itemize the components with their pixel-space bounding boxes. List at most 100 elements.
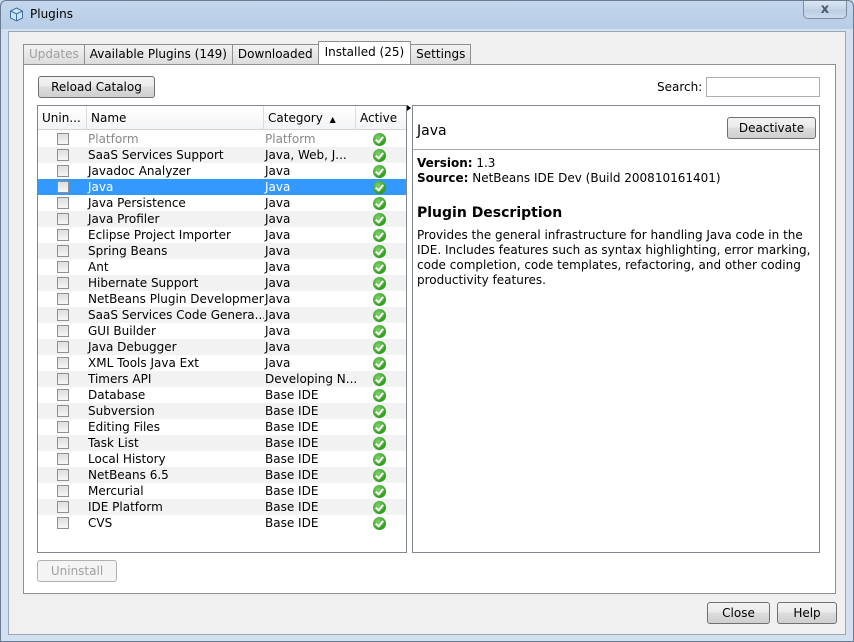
uninstall-cell	[38, 339, 87, 355]
tab-installed-25[interactable]: Installed (25)	[317, 41, 412, 64]
uninstall-checkbox[interactable]	[57, 405, 69, 417]
uninstall-checkbox[interactable]	[57, 293, 69, 305]
column-header-name[interactable]: Name	[87, 106, 264, 130]
dialog-client-area: Updates Available Plugins (149) Downloaded…	[8, 31, 846, 635]
check-circle-icon	[373, 437, 386, 450]
plugin-name-cell: Hibernate Support	[88, 276, 199, 290]
table-row[interactable]: Hibernate Support Java	[38, 275, 406, 291]
plugin-category-cell: Java	[265, 212, 291, 226]
plugins-table[interactable]: Unin... Name Category ▲ Active Platform P…	[37, 105, 407, 553]
uninstall-checkbox[interactable]	[57, 357, 69, 369]
uninstall-checkbox[interactable]	[57, 501, 69, 513]
help-button[interactable]: Help	[777, 602, 837, 624]
check-circle-icon	[373, 501, 386, 514]
uninstall-cell	[38, 147, 87, 163]
tab-downloaded[interactable]: Downloaded	[231, 44, 319, 64]
uninstall-checkbox[interactable]	[57, 389, 69, 401]
check-circle-icon	[373, 181, 386, 194]
table-row[interactable]: Mercurial Base IDE	[38, 483, 406, 499]
table-row[interactable]: Javadoc Analyzer Java	[38, 163, 406, 179]
table-row[interactable]: Java Debugger Java	[38, 339, 406, 355]
source-value: NetBeans IDE Dev (Build 200810161401)	[472, 171, 721, 185]
plugin-name-cell: GUI Builder	[88, 324, 156, 338]
uninstall-checkbox[interactable]	[57, 485, 69, 497]
uninstall-checkbox[interactable]	[57, 469, 69, 481]
table-row[interactable]: Java Persistence Java	[38, 195, 406, 211]
uninstall-checkbox[interactable]	[57, 133, 69, 145]
window-title: Plugins	[30, 7, 73, 21]
uninstall-cell	[38, 499, 87, 515]
uninstall-checkbox[interactable]	[57, 181, 69, 193]
plugin-name-cell: Java Debugger	[88, 340, 177, 354]
uninstall-checkbox[interactable]	[57, 437, 69, 449]
description-heading: Plugin Description	[417, 205, 563, 221]
version-value: 1.3	[476, 156, 496, 170]
uninstall-cell	[38, 515, 87, 531]
table-row[interactable]: Eclipse Project Importer Java	[38, 227, 406, 243]
uninstall-cell	[38, 435, 87, 451]
uninstall-cell	[38, 387, 87, 403]
uninstall-checkbox[interactable]	[57, 213, 69, 225]
table-row[interactable]: Subversion Base IDE	[38, 403, 406, 419]
table-row[interactable]: XML Tools Java Ext Java	[38, 355, 406, 371]
uninstall-checkbox[interactable]	[57, 197, 69, 209]
plugin-category-cell: Java	[265, 196, 291, 210]
close-button[interactable]: Close	[707, 602, 770, 624]
table-row[interactable]: SaaS Services Code Genera... Java	[38, 307, 406, 323]
check-circle-icon	[373, 133, 386, 146]
table-row[interactable]: Ant Java	[38, 259, 406, 275]
table-row[interactable]: Editing Files Base IDE	[38, 419, 406, 435]
column-header-active[interactable]: Active	[356, 106, 406, 130]
column-header-category[interactable]: Category ▲	[264, 106, 356, 130]
uninstall-checkbox[interactable]	[57, 325, 69, 337]
check-circle-icon	[373, 293, 386, 306]
tab-settings[interactable]: Settings	[410, 44, 472, 64]
search-input[interactable]	[706, 77, 820, 97]
uninstall-checkbox[interactable]	[57, 421, 69, 433]
detail-plugin-title: Java	[417, 123, 447, 139]
check-circle-icon	[373, 485, 386, 498]
table-row[interactable]: GUI Builder Java	[38, 323, 406, 339]
active-cell	[356, 179, 406, 195]
uninstall-checkbox[interactable]	[57, 517, 69, 529]
tab-updates[interactable]: Updates	[23, 44, 85, 64]
reload-catalog-button[interactable]: Reload Catalog	[38, 76, 155, 98]
uninstall-checkbox[interactable]	[57, 165, 69, 177]
uninstall-checkbox[interactable]	[57, 149, 69, 161]
uninstall-button[interactable]: Uninstall	[37, 560, 117, 582]
uninstall-checkbox[interactable]	[57, 261, 69, 273]
table-row[interactable]: Local History Base IDE	[38, 451, 406, 467]
table-row[interactable]: IDE Platform Base IDE	[38, 499, 406, 515]
plugin-name-cell: Javadoc Analyzer	[88, 164, 191, 178]
active-cell	[356, 131, 406, 147]
table-row[interactable]: Database Base IDE	[38, 387, 406, 403]
table-row[interactable]: Java Java	[38, 179, 406, 195]
plugin-name-cell: Local History	[88, 452, 166, 466]
plugin-category-cell: Java	[265, 324, 291, 338]
table-row[interactable]: Java Profiler Java	[38, 211, 406, 227]
uninstall-checkbox[interactable]	[57, 277, 69, 289]
table-row[interactable]: Platform Platform	[38, 131, 406, 147]
title-bar[interactable]: Plugins x	[1, 1, 853, 29]
uninstall-checkbox[interactable]	[57, 245, 69, 257]
table-row[interactable]: SaaS Services Support Java, Web, J...	[38, 147, 406, 163]
table-row[interactable]: Task List Base IDE	[38, 435, 406, 451]
uninstall-checkbox[interactable]	[57, 453, 69, 465]
table-row[interactable]: NetBeans Plugin Development Java	[38, 291, 406, 307]
plugin-name-cell: Editing Files	[88, 420, 160, 434]
uninstall-checkbox[interactable]	[57, 309, 69, 321]
column-header-uninstall[interactable]: Unin...	[38, 106, 87, 130]
deactivate-button[interactable]: Deactivate	[727, 117, 816, 139]
table-row[interactable]: Timers API Developing N...	[38, 371, 406, 387]
detail-header: Java Deactivate	[413, 106, 819, 150]
check-circle-icon	[373, 165, 386, 178]
uninstall-checkbox[interactable]	[57, 229, 69, 241]
uninstall-checkbox[interactable]	[57, 341, 69, 353]
uninstall-cell	[38, 243, 87, 259]
table-row[interactable]: NetBeans 6.5 Base IDE	[38, 467, 406, 483]
table-row[interactable]: Spring Beans Java	[38, 243, 406, 259]
tab-available-plugins-149[interactable]: Available Plugins (149)	[83, 44, 233, 64]
table-row[interactable]: CVS Base IDE	[38, 515, 406, 531]
window-close-button[interactable]: x	[803, 1, 847, 19]
uninstall-checkbox[interactable]	[57, 373, 69, 385]
